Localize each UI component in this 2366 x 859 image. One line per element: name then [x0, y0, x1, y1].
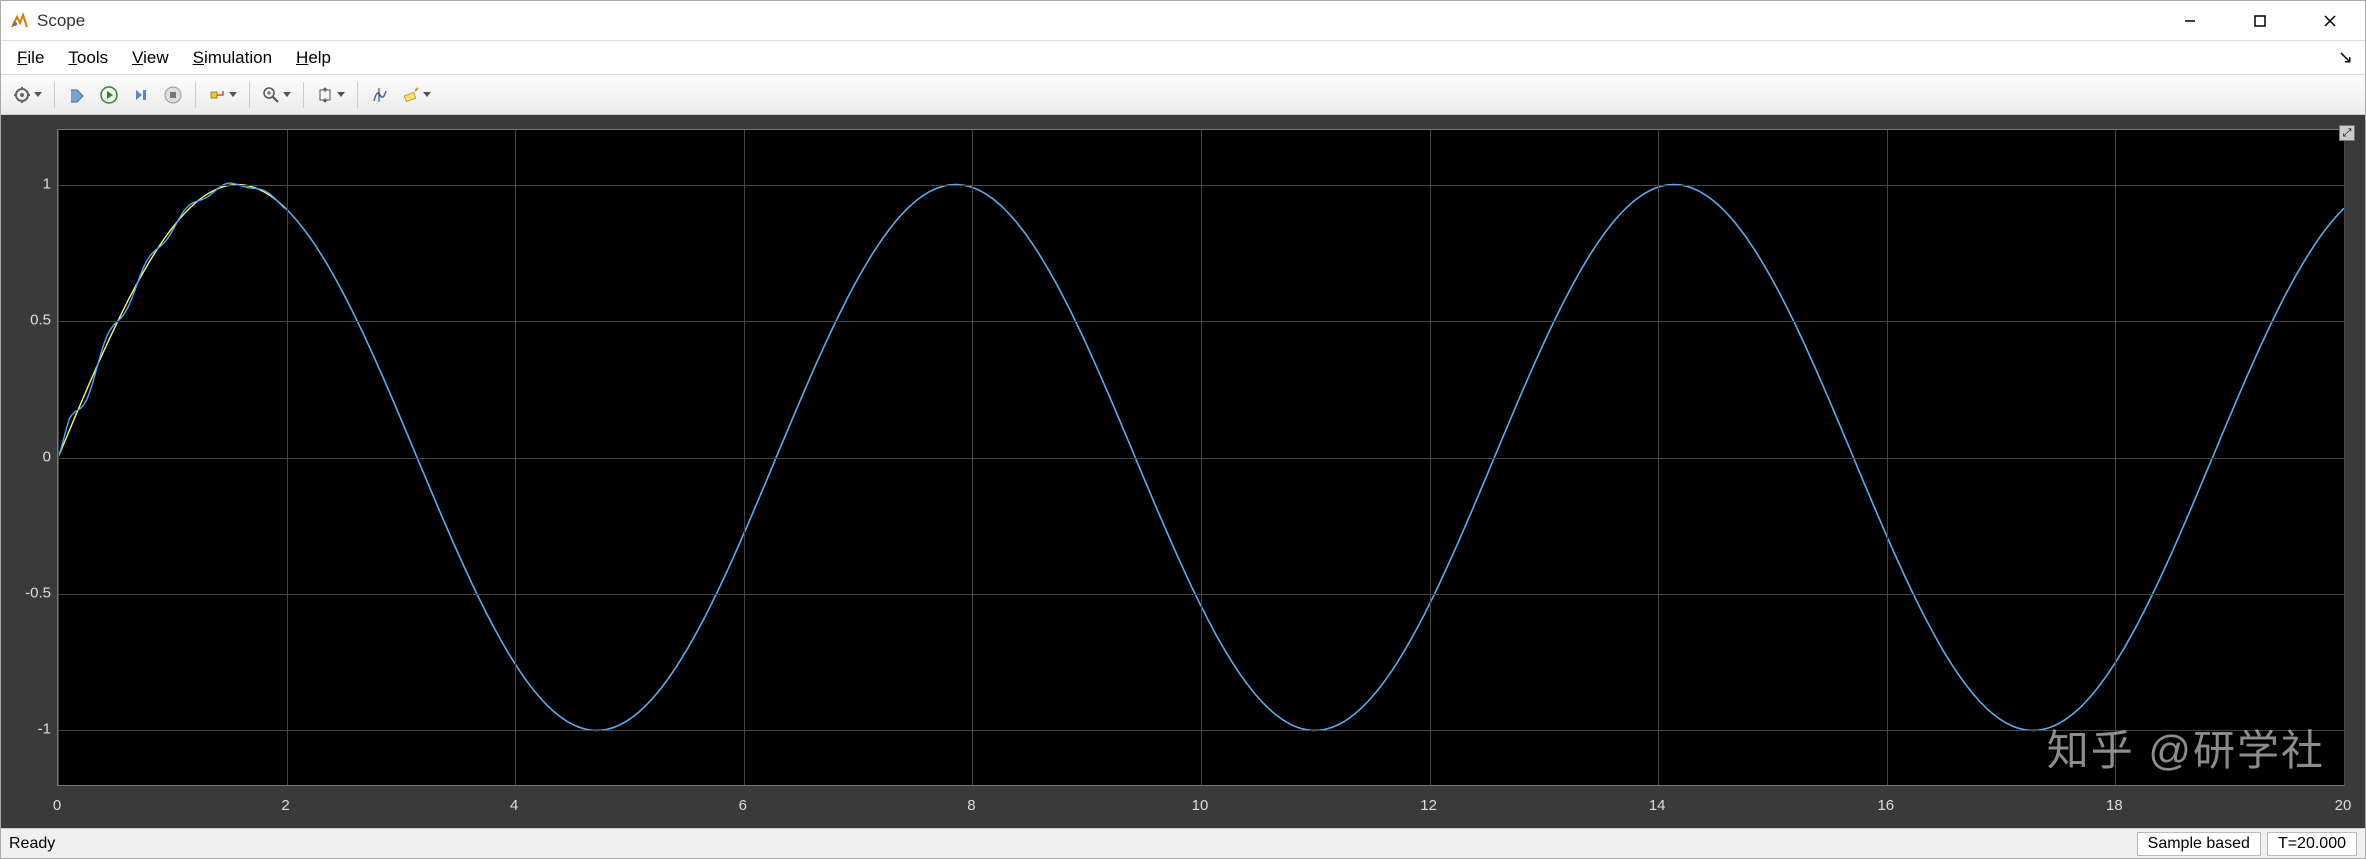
- toolbar-separator: [357, 82, 358, 108]
- highlight-button[interactable]: [397, 80, 436, 110]
- y-tick-label: -0.5: [9, 584, 51, 601]
- menu-file[interactable]: File: [5, 44, 56, 72]
- y-tick-label: -1: [9, 721, 51, 738]
- toolbar-separator: [303, 82, 304, 108]
- find-signal-button[interactable]: [62, 80, 92, 110]
- x-tick-label: 18: [2106, 797, 2123, 814]
- step-forward-button[interactable]: [126, 80, 156, 110]
- status-mode: Sample based: [2137, 832, 2261, 856]
- window-controls: [2155, 1, 2365, 40]
- y-tick-label: 0: [9, 448, 51, 465]
- zoom-button[interactable]: [257, 80, 296, 110]
- menu-view[interactable]: View: [120, 44, 181, 72]
- toolbar-separator: [54, 82, 55, 108]
- y-tick-label: 1: [9, 175, 51, 192]
- toolbar: [1, 75, 2365, 115]
- stop-button[interactable]: [158, 80, 188, 110]
- x-tick-label: 4: [510, 797, 518, 814]
- x-tick-label: 6: [739, 797, 747, 814]
- minimize-button[interactable]: [2155, 1, 2225, 40]
- run-button[interactable]: [94, 80, 124, 110]
- cursor-measurements-button[interactable]: [365, 80, 395, 110]
- plot-inner: ⤢ 0 2 4 6 8 10 12 14 16 18 20 -1 -0.5 0 0.5 1: [9, 123, 2357, 820]
- toolbar-separator: [195, 82, 196, 108]
- x-tick-label: 16: [1877, 797, 1894, 814]
- plot-area: ⤢ 02468101214161820-1-0.500.51 知乎 @研学社: [1, 115, 2365, 828]
- maximize-axes-icon[interactable]: ⤢: [2339, 125, 2355, 141]
- status-time: T=20.000: [2267, 832, 2357, 856]
- toolbar-separator: [249, 82, 250, 108]
- matlab-icon: [9, 11, 29, 31]
- x-tick-label: 10: [1192, 797, 1209, 814]
- x-tick-label: 0: [53, 797, 61, 814]
- maximize-button[interactable]: [2225, 1, 2295, 40]
- dock-arrow-icon[interactable]: ↘: [2330, 47, 2361, 68]
- x-tick-label: 8: [967, 797, 975, 814]
- menu-help[interactable]: Help: [284, 44, 343, 72]
- statusbar: Ready Sample based T=20.000: [1, 828, 2365, 858]
- scope-axes[interactable]: [57, 129, 2345, 786]
- y-tick-label: 0.5: [9, 312, 51, 329]
- scope-window: Scope File Tools View Simulation Help ↘: [0, 0, 2366, 859]
- triggers-button[interactable]: [203, 80, 242, 110]
- x-tick-label: 14: [1649, 797, 1666, 814]
- menu-simulation[interactable]: Simulation: [181, 44, 284, 72]
- autoscale-button[interactable]: [311, 80, 350, 110]
- menubar: File Tools View Simulation Help ↘: [1, 41, 2365, 75]
- x-tick-label: 2: [281, 797, 289, 814]
- x-tick-label: 12: [1420, 797, 1437, 814]
- configuration-button[interactable]: [8, 80, 47, 110]
- close-button[interactable]: [2295, 1, 2365, 40]
- status-ready: Ready: [9, 835, 2131, 853]
- titlebar: Scope: [1, 1, 2365, 41]
- x-tick-label: 20: [2335, 797, 2352, 814]
- menu-tools[interactable]: Tools: [56, 44, 120, 72]
- window-title: Scope: [37, 11, 2155, 31]
